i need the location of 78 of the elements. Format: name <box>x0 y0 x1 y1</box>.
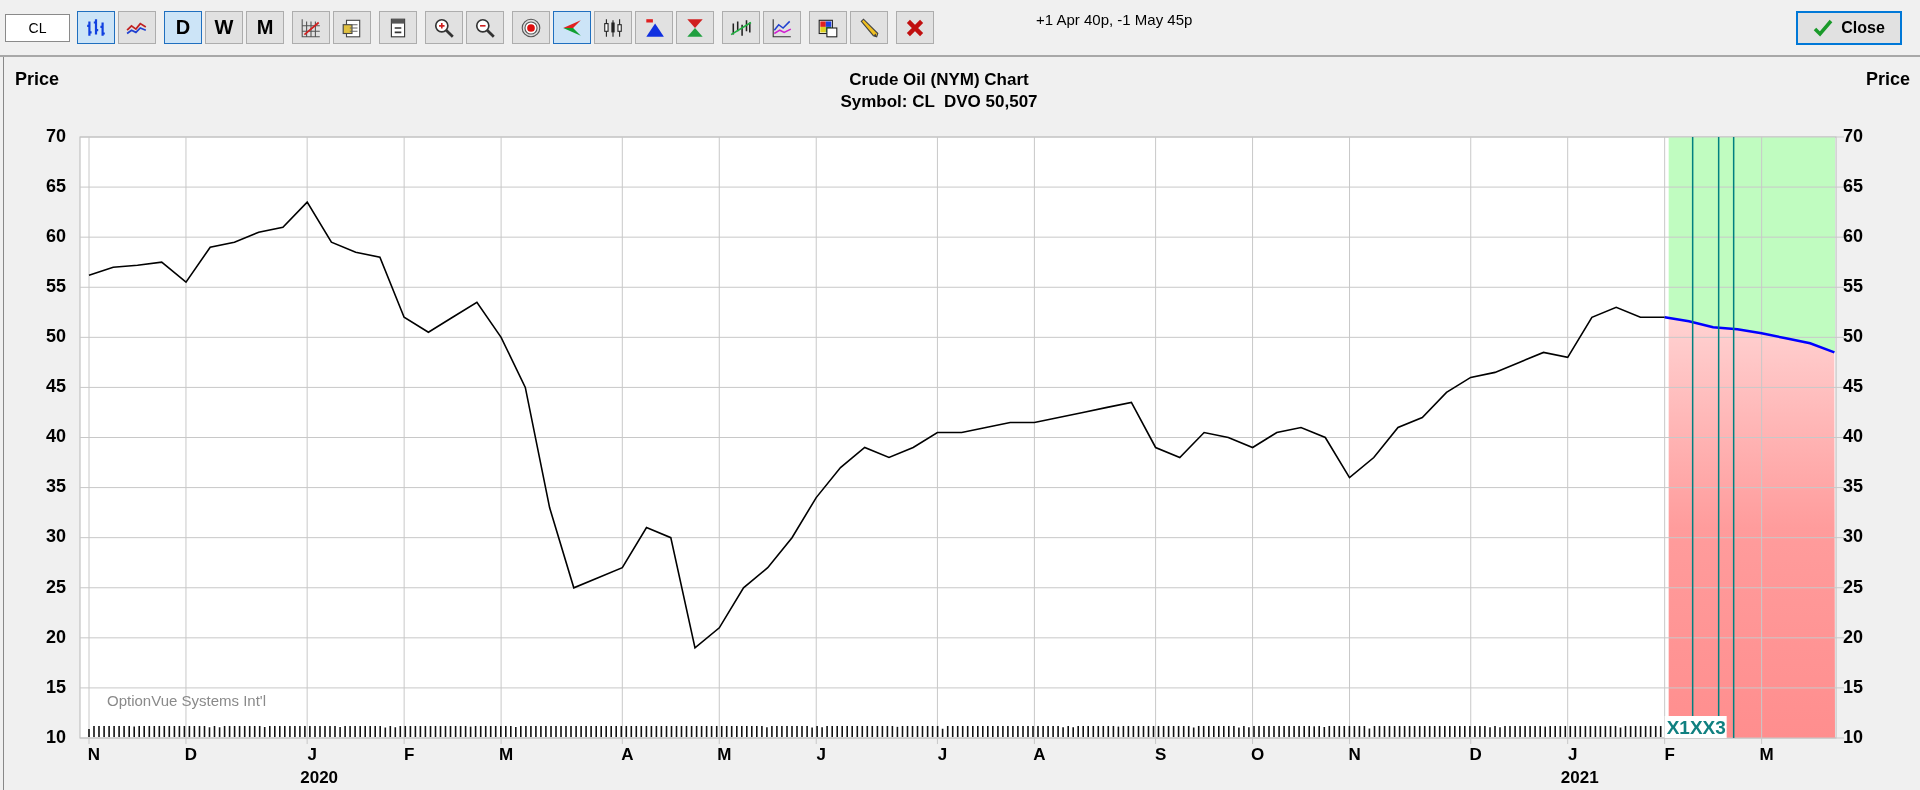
tick-label: 65 <box>45 175 66 196</box>
tick-label: 15 <box>1843 676 1864 697</box>
interval-button[interactable]: W <box>205 11 243 44</box>
triangle-chart-icon <box>643 16 665 39</box>
tick-label: J <box>307 745 317 764</box>
tick-label: A <box>1033 745 1046 764</box>
tick-label: 35 <box>1843 476 1864 497</box>
tick-label: 40 <box>45 426 66 447</box>
tick-label: 55 <box>1843 276 1864 296</box>
tick-label: M <box>1759 745 1774 764</box>
tick-label: 30 <box>1843 526 1864 547</box>
year-label: 2021 <box>1560 768 1599 787</box>
toolbar-button[interactable] <box>333 11 371 44</box>
zoom-in-icon <box>433 16 455 39</box>
tick-label: F <box>1664 745 1675 764</box>
tick-label: D <box>184 745 198 764</box>
tick-label: 25 <box>1843 576 1864 597</box>
axis-label: Price <box>15 69 60 89</box>
position-text: +1 Apr 40p, -1 May 45p <box>1036 11 1193 28</box>
line-chart-icon <box>771 16 793 39</box>
tick-label: 45 <box>45 376 66 397</box>
toolbar-button[interactable] <box>635 11 673 44</box>
tick-label: 10 <box>1843 726 1864 747</box>
tick-label: 65 <box>1843 175 1864 196</box>
toolbar-button[interactable] <box>379 11 417 44</box>
zoom-out-icon <box>474 16 496 39</box>
toolbar-button[interactable] <box>809 11 847 44</box>
tick-label: 50 <box>1843 326 1864 347</box>
chart-title: Crude Oil (NYM) Chart <box>849 69 1029 91</box>
tick-label: 20 <box>45 626 66 647</box>
tick-label: 10 <box>45 726 66 747</box>
bar-chart-icon <box>85 16 107 39</box>
tick-label: 70 <box>45 129 66 146</box>
tick-label: N <box>87 745 101 764</box>
toolbar-button[interactable] <box>594 11 632 44</box>
toolbar-button[interactable] <box>466 11 504 44</box>
watermark-text: OptionVue Systems Int'l <box>107 692 267 709</box>
check-icon <box>1813 18 1834 38</box>
symbol-field[interactable]: CL <box>5 13 70 42</box>
tick-label: 60 <box>45 225 66 246</box>
tick-label: 70 <box>1843 129 1864 146</box>
tick-label: 55 <box>45 276 66 296</box>
tick-label: O <box>1250 745 1265 764</box>
target-icon <box>520 16 542 39</box>
tick-label: 50 <box>45 326 66 347</box>
toolbar-button[interactable] <box>77 11 115 44</box>
tick-label: J <box>1567 745 1578 764</box>
interval-button[interactable]: M <box>246 11 284 44</box>
tick-label: J <box>937 745 948 764</box>
tick-label: J <box>816 745 826 764</box>
chart-grid-icon <box>300 16 322 39</box>
tick-label: A <box>621 745 634 764</box>
pencil-icon <box>858 16 880 39</box>
tick-label: N <box>1348 745 1361 764</box>
tick-label: 60 <box>1843 225 1864 246</box>
tick-label: 25 <box>45 576 66 597</box>
tick-label: 20 <box>1843 626 1864 647</box>
tick-label: F <box>403 745 415 764</box>
tick-label: 40 <box>1843 426 1864 447</box>
interval-button[interactable]: D <box>164 11 202 44</box>
toolbar-button[interactable] <box>512 11 550 44</box>
tick-label: 15 <box>45 676 66 697</box>
chart-subtitle: Symbol: CL DVO 50,507 <box>840 91 1038 113</box>
tick-label: 35 <box>45 476 66 497</box>
year-label: 2020 <box>300 768 339 787</box>
tick-label: M <box>717 745 732 764</box>
tick-label: S <box>1154 745 1167 764</box>
close-button[interactable]: Close <box>1796 11 1902 45</box>
candlestick-icon <box>602 16 624 39</box>
toolbar-button[interactable] <box>722 11 760 44</box>
expiration-label: X1XX3 <box>1664 716 1727 738</box>
tick-label: 45 <box>1843 376 1864 397</box>
tick-label: 30 <box>45 526 66 547</box>
axis-label: Price <box>1865 69 1910 89</box>
toolbar-button[interactable] <box>850 11 888 44</box>
tick-label: D <box>1469 745 1482 764</box>
tick-label: M <box>499 745 514 764</box>
toolbar-button[interactable] <box>425 11 463 44</box>
